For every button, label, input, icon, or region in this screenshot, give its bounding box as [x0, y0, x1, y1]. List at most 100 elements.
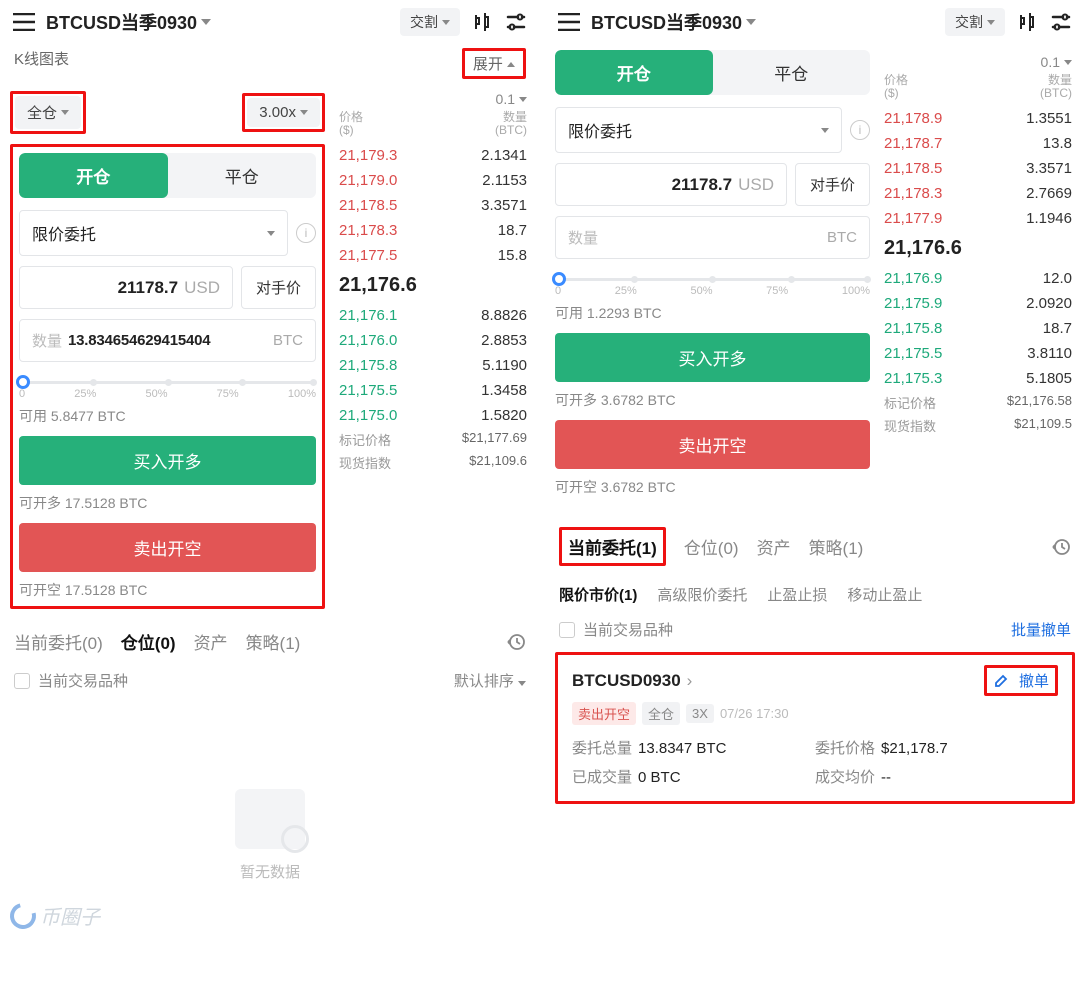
candlestick-icon[interactable] [1015, 10, 1039, 34]
sell-short-button[interactable]: 卖出开空 [19, 523, 316, 572]
margin-mode-chip-box: 全仓 [10, 91, 86, 134]
product-type-pill[interactable]: 交割 [945, 8, 1005, 36]
margin-badge: 全仓 [642, 702, 680, 725]
settings-toggle-icon[interactable] [1049, 10, 1073, 34]
bottom-tabs: 当前委托(1) 仓位(0) 资产 策略(1) [545, 497, 1085, 574]
tab-assets[interactable]: 资产 [194, 629, 228, 654]
tab-strategy[interactable]: 策略(1) [246, 629, 301, 654]
max-short: 可开空 3.6782 BTC [555, 477, 870, 497]
ask-row[interactable]: 21,177.91.1946 [884, 206, 1072, 231]
bid-row[interactable]: 21,176.02.8853 [339, 328, 527, 353]
tab-close[interactable]: 平仓 [168, 153, 317, 198]
history-icon[interactable] [1051, 537, 1071, 557]
kline-row: K线图表 展开 [0, 44, 540, 87]
settings-toggle-icon[interactable] [504, 10, 528, 34]
info-icon[interactable]: i [296, 223, 316, 243]
ob-group-select[interactable]: 0.1 [884, 50, 1072, 72]
info-icon[interactable]: i [850, 120, 870, 140]
opponent-price-button[interactable]: 对手价 [795, 163, 870, 206]
leverage-chip[interactable]: 3.00x [247, 98, 320, 127]
order-symbol[interactable]: BTCUSD0930 [572, 671, 681, 691]
orderbook: 0.1 价格 ($)数量 (BTC) 21,179.32.1341 21,179… [335, 87, 535, 609]
qty-slider[interactable]: 025%50%75%100% [19, 372, 316, 398]
subtab-trailing[interactable]: 移动止盈止 [847, 584, 922, 605]
price-input[interactable]: 21178.7USD [555, 163, 787, 206]
sort-select[interactable]: 默认排序 [454, 670, 526, 691]
ob-qty-header: 数量 (BTC) [495, 111, 527, 137]
edit-order-icon[interactable] [993, 673, 1009, 689]
ask-row[interactable]: 21,178.53.3571 [339, 193, 527, 218]
tab-strategy[interactable]: 策略(1) [809, 534, 864, 559]
tab-positions[interactable]: 仓位(0) [684, 534, 739, 559]
header: BTCUSD当季0930 交割 [545, 0, 1085, 44]
qty-input[interactable]: 数量 13.834654629415404 BTC [19, 319, 316, 362]
order-type-select[interactable]: 限价委托 [19, 210, 288, 256]
bulk-cancel-link[interactable]: 批量撤单 [1011, 619, 1071, 640]
filter-checkbox[interactable] [14, 673, 30, 689]
tab-assets[interactable]: 资产 [757, 534, 791, 559]
menu-icon[interactable] [12, 10, 36, 34]
bid-row[interactable]: 21,176.912.0 [884, 266, 1072, 291]
filter-row: 当前交易品种 默认排序 [0, 662, 540, 699]
menu-icon[interactable] [557, 10, 581, 34]
qty-input[interactable]: 数量 BTC [555, 216, 870, 259]
bid-row[interactable]: 21,175.818.7 [884, 316, 1072, 341]
leverage-chip-box: 3.00x [242, 93, 325, 132]
left-screen: BTCUSD当季0930 交割 K线图表 展开 全仓 3.00x [0, 0, 540, 932]
opponent-price-button[interactable]: 对手价 [241, 266, 316, 309]
bid-row[interactable]: 21,175.35.1805 [884, 366, 1072, 391]
filter-checkbox[interactable] [559, 622, 575, 638]
buy-long-button[interactable]: 买入开多 [555, 333, 870, 382]
order-filled: 已成交量0 BTC [572, 766, 815, 787]
product-type-pill[interactable]: 交割 [400, 8, 460, 36]
bid-row[interactable]: 21,175.92.0920 [884, 291, 1072, 316]
index-price: 现货指数$21,109.6 [339, 451, 527, 474]
cancel-order-link[interactable]: 撤单 [1019, 670, 1049, 691]
order-time: 07/26 17:30 [720, 706, 789, 721]
tab-open[interactable]: 开仓 [555, 50, 713, 95]
subtab-advanced[interactable]: 高级限价委托 [657, 584, 747, 605]
max-short: 可开空 17.5128 BTC [19, 580, 316, 600]
ask-row[interactable]: 21,178.53.3571 [884, 156, 1072, 181]
max-long: 可开多 3.6782 BTC [555, 390, 870, 410]
tab-close[interactable]: 平仓 [713, 50, 871, 95]
ask-row[interactable]: 21,178.91.3551 [884, 106, 1072, 131]
tab-open[interactable]: 开仓 [19, 153, 168, 198]
ask-row[interactable]: 21,178.32.7669 [884, 181, 1072, 206]
ask-row[interactable]: 21,177.515.8 [339, 243, 527, 268]
filter-label: 当前交易品种 [583, 619, 673, 640]
bid-row[interactable]: 21,175.51.3458 [339, 378, 527, 403]
qty-slider[interactable]: 025%50%75%100% [555, 269, 870, 295]
order-type-select[interactable]: 限价委托 [555, 107, 842, 153]
ask-row[interactable]: 21,179.02.1153 [339, 168, 527, 193]
leverage-badge: 3X [686, 704, 714, 723]
bid-row[interactable]: 21,175.01.5820 [339, 403, 527, 428]
symbol-selector[interactable]: BTCUSD当季0930 [46, 9, 211, 35]
kline-label: K线图表 [14, 48, 69, 79]
filter-label: 当前交易品种 [38, 670, 128, 691]
history-icon[interactable] [506, 632, 526, 652]
bottom-tabs: 当前委托(0) 仓位(0) 资产 策略(1) [0, 609, 540, 662]
ask-row[interactable]: 21,178.318.7 [339, 218, 527, 243]
symbol-selector[interactable]: BTCUSD当季0930 [591, 9, 756, 35]
margin-mode-chip[interactable]: 全仓 [15, 96, 81, 129]
tab-orders[interactable]: 当前委托(1) [559, 527, 666, 566]
price-input[interactable]: 21178.7USD [19, 266, 233, 309]
ask-row[interactable]: 21,179.32.1341 [339, 143, 527, 168]
bid-row[interactable]: 21,175.85.1190 [339, 353, 527, 378]
subtab-limit-market[interactable]: 限价市价(1) [559, 584, 637, 605]
candlestick-icon[interactable] [470, 10, 494, 34]
mid-price: 21,176.6 [339, 268, 527, 303]
buy-long-button[interactable]: 买入开多 [19, 436, 316, 485]
tab-orders[interactable]: 当前委托(0) [14, 629, 103, 654]
empty-state: 暂无数据 [0, 699, 540, 912]
sell-short-button[interactable]: 卖出开空 [555, 420, 870, 469]
side-badge: 卖出开空 [572, 702, 636, 725]
tab-positions[interactable]: 仓位(0) [121, 629, 176, 654]
subtab-tpsl[interactable]: 止盈止损 [767, 584, 827, 605]
bid-row[interactable]: 21,176.18.8826 [339, 303, 527, 328]
ask-row[interactable]: 21,178.713.8 [884, 131, 1072, 156]
bid-row[interactable]: 21,175.53.8110 [884, 341, 1072, 366]
ob-group-select[interactable]: 0.1 [339, 87, 527, 109]
expand-button[interactable]: 展开 [462, 48, 526, 79]
